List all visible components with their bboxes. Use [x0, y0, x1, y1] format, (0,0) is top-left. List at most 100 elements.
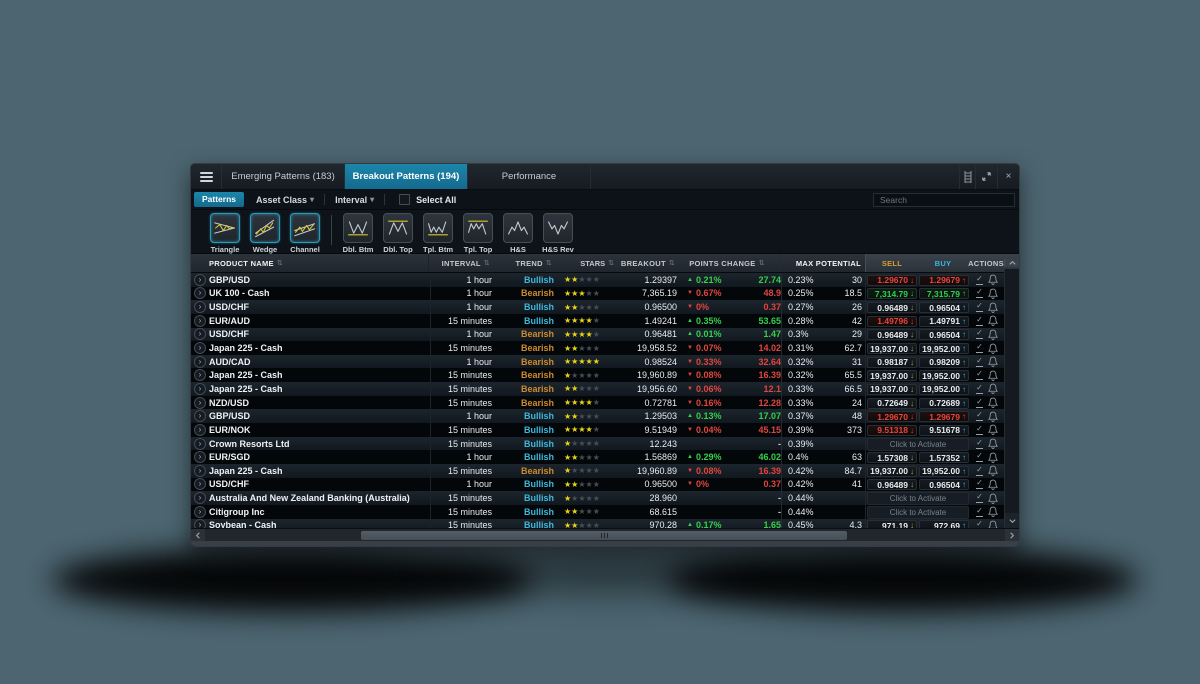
pattern-filter-dbl-btm[interactable]: Dbl. Btm	[338, 213, 378, 254]
horizontal-scroll-thumb[interactable]	[361, 531, 847, 540]
vertical-scrollbar[interactable]	[1004, 269, 1019, 528]
table-row[interactable]: ›AUD/CAD1 hourBearish★★★★★0.98524▼0.33%3…	[191, 355, 1005, 369]
pattern-filter-channel[interactable]: Channel	[285, 213, 325, 254]
header-actions[interactable]: Actions	[968, 259, 1004, 268]
buy-button[interactable]: 1.49791↑	[919, 316, 969, 327]
header-max-potential[interactable]: Max Potential	[779, 254, 865, 272]
sell-button[interactable]: 1.29670↓	[867, 411, 917, 422]
table-row[interactable]: ›Japan 225 - Cash15 minutesBearish★★★★★1…	[191, 382, 1005, 396]
confirm-icon[interactable]: ✓	[976, 357, 983, 367]
pattern-filter-triangle[interactable]: Triangle	[205, 213, 245, 254]
buy-button[interactable]: 19,952.00↑	[919, 343, 969, 354]
table-row[interactable]: ›EUR/SGD1 hourBullish★★★★★1.56869▲0.29%4…	[191, 450, 1005, 464]
confirm-icon[interactable]: ✓	[976, 343, 983, 353]
sell-button[interactable]: 0.96489↓	[867, 302, 917, 313]
alert-bell-icon[interactable]	[988, 302, 998, 313]
confirm-icon[interactable]: ✓	[976, 329, 983, 339]
header-sell[interactable]: Sell	[866, 259, 918, 268]
expand-row-chevron-icon[interactable]: ›	[194, 424, 206, 436]
sell-button[interactable]: 0.98187↓	[867, 357, 917, 368]
table-row[interactable]: ›Japan 225 - Cash15 minutesBearish★★★★★1…	[191, 368, 1005, 382]
buy-button[interactable]: 1.57352↑	[919, 452, 969, 463]
alert-bell-icon[interactable]	[988, 411, 998, 422]
table-row[interactable]: ›USD/CHF1 hourBullish★★★★★0.96500▼0%0.37…	[191, 478, 1005, 492]
alert-bell-icon[interactable]	[988, 274, 998, 285]
sell-button[interactable]: 19,937.00↓	[867, 466, 917, 477]
confirm-icon[interactable]: ✓	[976, 316, 983, 326]
expand-row-chevron-icon[interactable]: ›	[194, 478, 206, 490]
tab-performance[interactable]: Performance	[468, 164, 591, 189]
sell-button[interactable]: 1.29670↓	[867, 275, 917, 286]
pattern-filter-hs-rev[interactable]: H&S Rev	[538, 213, 578, 254]
select-all-checkbox[interactable]	[399, 194, 410, 205]
table-row[interactable]: ›Australia And New Zealand Banking (Aust…	[191, 491, 1005, 505]
tab-emerging-patterns-183[interactable]: Emerging Patterns (183)	[222, 164, 345, 189]
expand-row-chevron-icon[interactable]: ›	[194, 369, 206, 381]
expand-row-chevron-icon[interactable]: ›	[194, 492, 206, 504]
table-row[interactable]: ›USD/CHF1 hourBullish★★★★★0.96500▼0%0.37…	[191, 300, 1005, 314]
search-input[interactable]	[873, 193, 1015, 207]
confirm-icon[interactable]: ✓	[976, 411, 983, 421]
header-buy[interactable]: Buy	[918, 259, 968, 268]
alert-bell-icon[interactable]	[988, 383, 998, 394]
expand-row-chevron-icon[interactable]: ›	[194, 410, 206, 422]
alert-bell-icon[interactable]	[988, 315, 998, 326]
expand-icon[interactable]	[975, 164, 997, 189]
menu-icon[interactable]	[191, 164, 222, 189]
pattern-filter-wedge[interactable]: Wedge	[245, 213, 285, 254]
confirm-icon[interactable]: ✓	[976, 466, 983, 476]
pattern-filter-hs[interactable]: H&S	[498, 213, 538, 254]
asset-class-dropdown[interactable]: Asset Class ▾	[256, 195, 314, 205]
patterns-button[interactable]: Patterns	[194, 192, 244, 207]
alert-bell-icon[interactable]	[988, 438, 998, 449]
click-to-activate-button[interactable]: Click to Activate	[867, 438, 969, 451]
pattern-filter-dbl-top[interactable]: Dbl. Top	[378, 213, 418, 254]
table-row[interactable]: ›Japan 225 - Cash15 minutesBearish★★★★★1…	[191, 464, 1005, 478]
expand-row-chevron-icon[interactable]: ›	[194, 274, 206, 286]
confirm-icon[interactable]: ✓	[976, 288, 983, 298]
confirm-icon[interactable]: ✓	[976, 425, 983, 435]
expand-row-chevron-icon[interactable]: ›	[194, 356, 206, 368]
table-row[interactable]: ›Japan 225 - Cash15 minutesBearish★★★★★1…	[191, 341, 1005, 355]
alert-bell-icon[interactable]	[988, 356, 998, 367]
sell-button[interactable]: 19,937.00↓	[867, 343, 917, 354]
table-row[interactable]: ›EUR/NOK15 minutesBullish★★★★★9.51949▼0.…	[191, 423, 1005, 437]
expand-row-chevron-icon[interactable]: ›	[194, 383, 206, 395]
alert-bell-icon[interactable]	[988, 452, 998, 463]
confirm-icon[interactable]: ✓	[976, 398, 983, 408]
alert-bell-icon[interactable]	[988, 506, 998, 517]
sell-button[interactable]: 0.96489↓	[867, 329, 917, 340]
alert-bell-icon[interactable]	[988, 493, 998, 504]
expand-row-chevron-icon[interactable]: ›	[194, 328, 206, 340]
table-row[interactable]: ›GBP/USD1 hourBullish★★★★★1.29503▲0.13%1…	[191, 409, 1005, 423]
expand-row-chevron-icon[interactable]: ›	[194, 315, 206, 327]
sell-button[interactable]: 19,937.00↓	[867, 370, 917, 381]
scroll-up-arrow[interactable]	[1004, 259, 1019, 267]
buy-button[interactable]: 0.98209↑	[919, 357, 969, 368]
header-stars[interactable]: Stars⇅	[556, 254, 620, 272]
expand-row-chevron-icon[interactable]: ›	[194, 301, 206, 313]
expand-row-chevron-icon[interactable]: ›	[194, 438, 206, 450]
alert-bell-icon[interactable]	[988, 329, 998, 340]
buy-button[interactable]: 1.29679↑	[919, 411, 969, 422]
confirm-icon[interactable]: ✓	[976, 275, 983, 285]
confirm-icon[interactable]: ✓	[976, 452, 983, 462]
confirm-icon[interactable]: ✓	[976, 384, 983, 394]
table-row[interactable]: ›UK 100 - Cash1 hourBearish★★★★★7,365.19…	[191, 287, 1005, 301]
expand-row-chevron-icon[interactable]: ›	[194, 451, 206, 463]
close-icon[interactable]: ×	[997, 164, 1019, 189]
sell-button[interactable]: 1.57308↓	[867, 452, 917, 463]
table-row[interactable]: ›USD/CHF1 hourBearish★★★★★0.96481▲0.01%1…	[191, 328, 1005, 342]
buy-button[interactable]: 7,315.79↑	[919, 288, 969, 299]
confirm-icon[interactable]: ✓	[976, 439, 983, 449]
pattern-filter-tpl-top[interactable]: Tpl. Top	[458, 213, 498, 254]
alert-bell-icon[interactable]	[988, 479, 998, 490]
header-product-name[interactable]: Product Name⇅	[209, 254, 428, 272]
confirm-icon[interactable]: ✓	[976, 302, 983, 312]
buy-button[interactable]: 0.96504↑	[919, 479, 969, 490]
click-to-activate-button[interactable]: Click to Activate	[867, 492, 969, 505]
buy-button[interactable]: 19,952.00↑	[919, 384, 969, 395]
sell-button[interactable]: 7,314.79↓	[867, 288, 917, 299]
table-row[interactable]: ›Citigroup Inc15 minutesBullish★★★★★68.6…	[191, 505, 1005, 519]
expand-row-chevron-icon[interactable]: ›	[194, 465, 206, 477]
